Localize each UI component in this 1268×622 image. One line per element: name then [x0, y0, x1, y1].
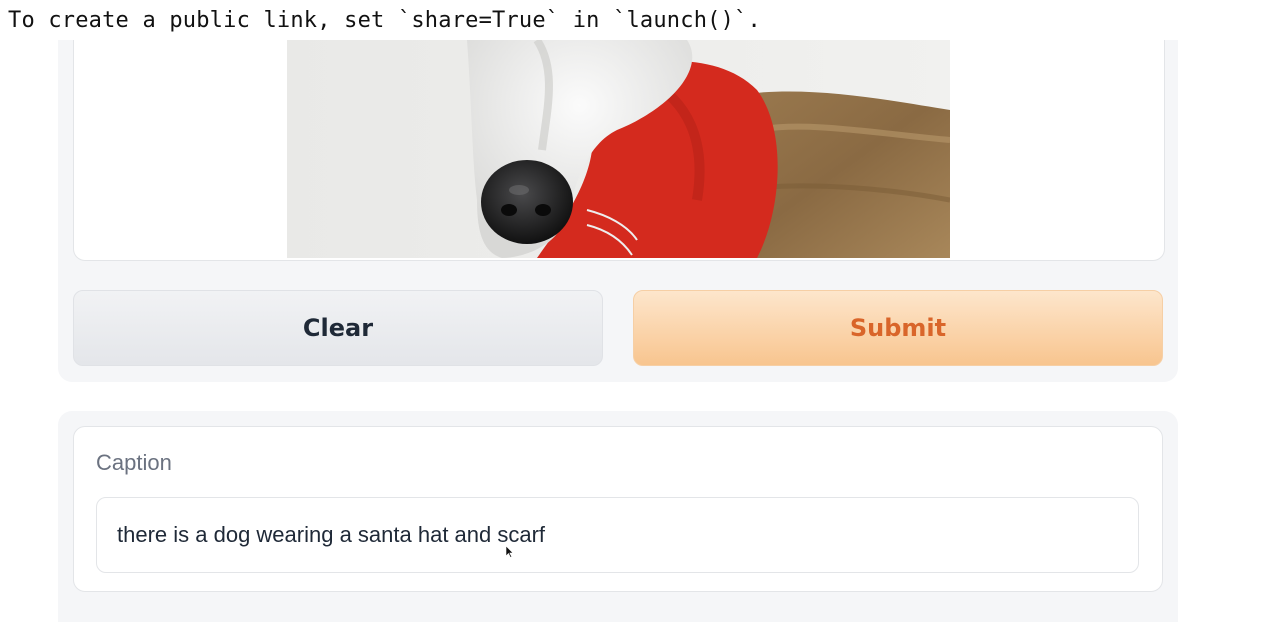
- image-input-card[interactable]: [73, 40, 1165, 261]
- caption-output-textbox[interactable]: there is a dog wearing a santa hat and s…: [96, 497, 1139, 573]
- console-message: To create a public link, set `share=True…: [8, 8, 761, 33]
- submit-button[interactable]: Submit: [633, 290, 1163, 366]
- caption-label: Caption: [96, 450, 172, 475]
- mouse-pointer-icon: [506, 546, 514, 558]
- dog-photo: [287, 40, 950, 258]
- clear-button[interactable]: Clear: [73, 290, 603, 366]
